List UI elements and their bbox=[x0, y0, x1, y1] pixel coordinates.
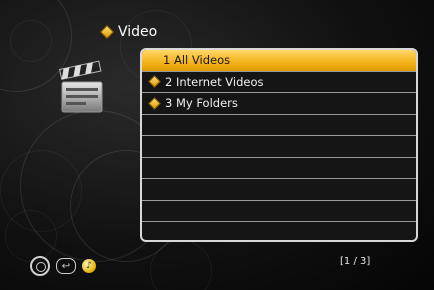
menu-item-label: 2 Internet Videos bbox=[165, 74, 264, 89]
menu-item-empty bbox=[142, 179, 416, 201]
folder-diamond-icon bbox=[148, 75, 161, 89]
menu-item-empty bbox=[142, 136, 416, 158]
decor-circle bbox=[150, 240, 212, 290]
page-indicator: [1 / 3] bbox=[340, 256, 371, 267]
clapperboard-icon bbox=[59, 60, 103, 113]
breadcrumb: Video bbox=[99, 23, 158, 41]
folder-diamond-icon bbox=[149, 55, 159, 65]
menu-item-empty bbox=[142, 201, 416, 222]
music-note-icon: ♪ bbox=[82, 259, 96, 273]
folder-diamond-icon bbox=[148, 96, 161, 110]
back-icon: ↩ bbox=[56, 258, 76, 274]
video-menu-screen: Video 1 All Videos 2 Internet Videos 3 M… bbox=[0, 0, 434, 290]
page-title: Video bbox=[118, 24, 158, 40]
menu-item-empty bbox=[142, 158, 416, 179]
dpad-icon bbox=[30, 256, 50, 276]
menu-item-internet-videos[interactable]: 2 Internet Videos bbox=[142, 72, 416, 93]
menu-item-label: 3 My Folders bbox=[165, 96, 238, 111]
menu-item-empty bbox=[142, 222, 416, 240]
folder-diamond-icon bbox=[99, 24, 115, 40]
video-menu-list[interactable]: 1 All Videos 2 Internet Videos 3 My Fold… bbox=[140, 48, 418, 242]
menu-item-label: 1 All Videos bbox=[163, 53, 231, 68]
remote-hints: ↩ ♪ bbox=[30, 256, 96, 276]
decor-circle bbox=[10, 20, 52, 62]
menu-item-all-videos[interactable]: 1 All Videos bbox=[142, 50, 416, 72]
menu-item-my-folders[interactable]: 3 My Folders bbox=[142, 93, 416, 115]
menu-item-empty bbox=[142, 115, 416, 136]
decor-circle bbox=[5, 210, 57, 262]
